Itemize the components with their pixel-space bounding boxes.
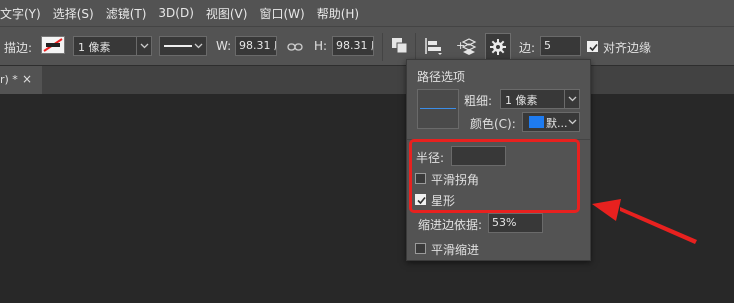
chevron-down-icon [136,37,151,55]
stroke-width-value: 1 像素 [78,41,111,54]
highlight-box [409,139,580,213]
document-tab-title: r) * [0,73,18,86]
path-preview-line [420,108,456,109]
align-edges-label: 对齐边缘 [603,41,652,55]
menu-select[interactable]: 选择(S) [47,5,100,22]
menu-type[interactable]: 文字(Y) [0,5,47,22]
options-bar: 描边: 1 像素 W: 98.31 废 H: 98.31 废 [0,26,734,66]
chevron-down-icon [191,37,206,55]
indent-label: 缩进边依据: [418,218,483,232]
chevron-down-icon [567,113,579,131]
link-icon[interactable] [287,42,303,52]
path-preview [417,89,459,129]
path-operations-icon[interactable] [391,37,409,55]
arrow-icon [592,199,697,244]
sides-input[interactable]: 5 [540,36,581,56]
menu-window[interactable]: 窗口(W) [253,5,310,22]
menu-help[interactable]: 帮助(H) [311,5,365,22]
stroke-line-icon [164,45,192,47]
stroke-width-select[interactable]: 1 像素 [73,36,152,56]
thickness-select[interactable]: 1 像素 [500,89,580,109]
width-label: W: [216,39,232,53]
menu-view[interactable]: 视图(V) [200,5,254,22]
document-tab-bar: r) * × [0,66,734,94]
color-select[interactable]: 默... [522,112,580,132]
path-alignment-icon[interactable] [423,36,443,56]
height-input[interactable]: 98.31 废 [332,36,374,56]
chevron-down-icon [564,90,579,108]
menu-filter[interactable]: 滤镜(T) [100,5,153,22]
stroke-type-select[interactable] [159,36,207,56]
smooth-indents-label: 平滑缩进 [431,243,480,257]
width-input[interactable]: 98.31 废 [235,36,277,56]
thickness-value: 1 像素 [505,94,538,107]
stroke-swatch[interactable] [41,36,65,54]
color-value: 默... [546,117,568,130]
color-label: 颜色(C): [470,117,516,131]
divider [415,33,416,61]
close-icon[interactable]: × [22,72,32,86]
color-swatch [529,116,544,128]
gear-icon [490,39,506,55]
thickness-label: 粗细: [464,94,493,108]
document-tab[interactable]: r) * × [0,66,42,94]
align-edges-checkbox[interactable] [587,41,598,52]
panel-title: 路径选项 [417,70,466,84]
menu-3d[interactable]: 3D(D) [152,6,199,20]
stroke-swatch-icon [43,38,63,52]
sides-label: 边: [519,41,536,55]
smooth-indents-checkbox[interactable] [415,243,426,254]
check-icon [589,43,598,52]
stroke-label: 描边: [4,41,33,55]
menu-bar: 文字(Y) 选择(S) 滤镜(T) 3D(D) 视图(V) 窗口(W) 帮助(H… [0,0,734,26]
height-label: H: [314,39,328,53]
gear-button[interactable] [485,33,511,61]
divider [382,33,383,61]
indent-input[interactable]: 53% [488,213,543,233]
path-arrange-icon[interactable]: + [456,36,478,56]
